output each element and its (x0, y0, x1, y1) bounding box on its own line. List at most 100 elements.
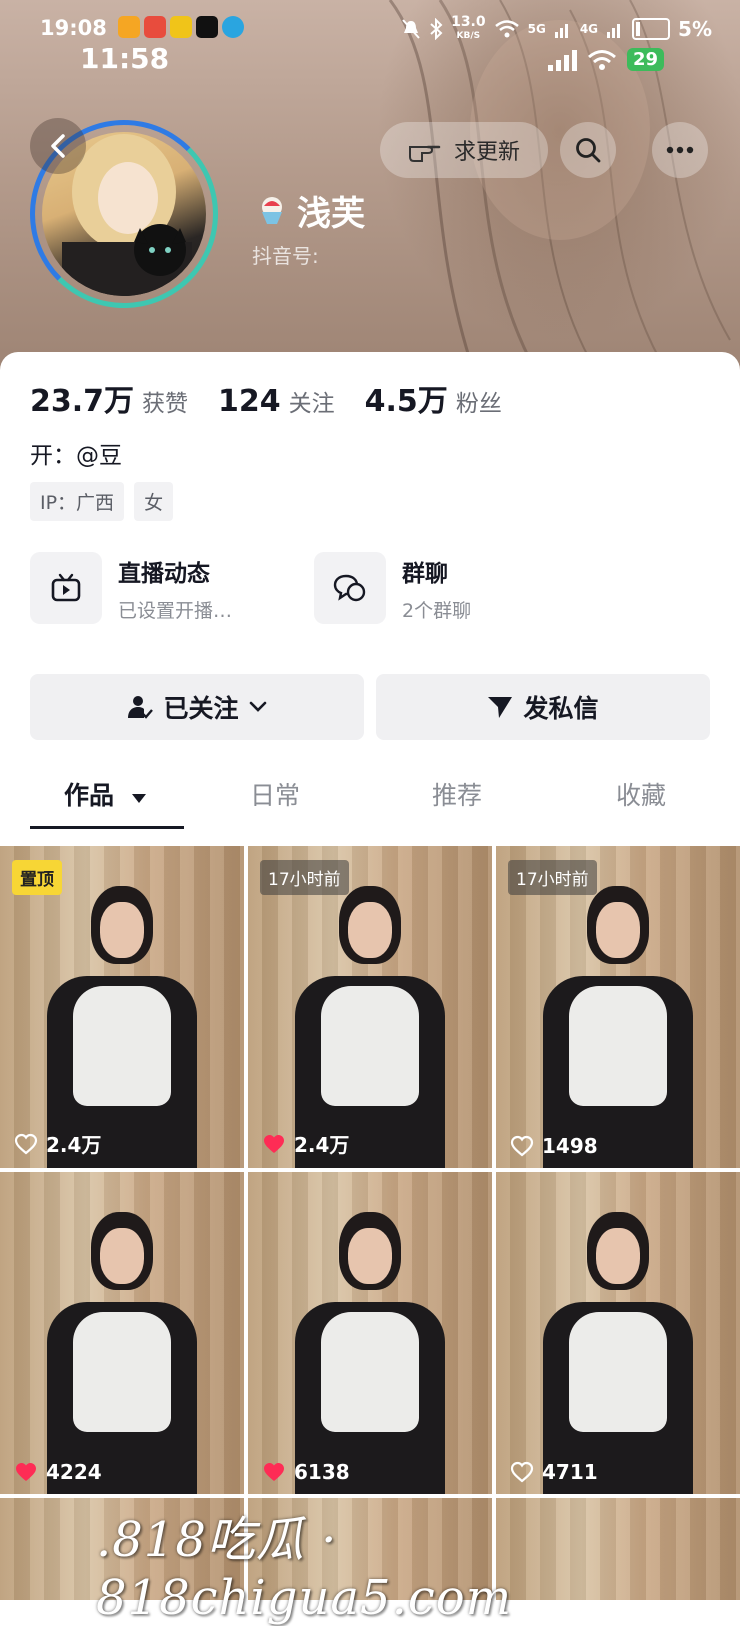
like-count: 6138 (262, 1460, 350, 1484)
back-button[interactable] (30, 118, 86, 174)
status-badge: 29 (626, 48, 664, 71)
network-speed: 13.0 (451, 14, 486, 30)
like-count-value: 6138 (294, 1460, 350, 1484)
tab-label: 收藏 (616, 781, 667, 810)
live-updates-entry[interactable]: 直播动态 已设置开播… (30, 552, 232, 624)
time-badge: 17小时前 (508, 860, 597, 895)
time-badge: 17小时前 (260, 860, 349, 895)
stat-followers[interactable]: 4.5万 粉丝 (365, 376, 502, 420)
chevron-left-icon (51, 134, 65, 158)
bluetooth-icon (430, 18, 443, 40)
like-count-value: 4711 (542, 1460, 598, 1484)
thumbnail-figure-face (348, 1228, 392, 1284)
tab-daily[interactable]: 日常 (250, 776, 300, 812)
profile-stats: 23.7万 获赞 124 关注 4.5万 粉丝 (30, 376, 502, 420)
chevron-down-icon (249, 701, 266, 712)
video-thumbnail[interactable]: 4711 (496, 1172, 740, 1494)
stat-label: 粉丝 (455, 391, 502, 417)
heart-filled-icon (264, 1463, 284, 1481)
stat-value: 4.5万 (364, 384, 448, 419)
thumbnail-figure-face (596, 1228, 640, 1284)
heart-outline-icon (510, 1135, 534, 1157)
thumbnail-figure-top (73, 1312, 171, 1432)
ip-location-tag: IP：广西 (30, 482, 125, 521)
signal-5g-label: 5G (527, 22, 546, 36)
stat-likes[interactable]: 23.7万 获赞 (30, 376, 188, 420)
video-thumbnail[interactable]: 6138 (248, 1172, 492, 1494)
tab-label: 作品 (64, 781, 115, 810)
status-bar: 19:08 11:58 13.0 KB/S 5G 4G 5% 29 (0, 8, 740, 75)
tv-icon (30, 552, 102, 624)
search-button[interactable] (560, 122, 616, 178)
like-count: 2.4万 (14, 1129, 101, 1158)
tab-favorites[interactable]: 收藏 (616, 776, 666, 812)
battery-icon (632, 18, 671, 40)
feature-title: 群聊 (402, 560, 448, 587)
thumbnail-figure-top (321, 986, 419, 1106)
active-tab-indicator (30, 826, 184, 829)
content-tabs: 作品 日常 推荐 收藏 (0, 768, 740, 824)
group-chat-entry[interactable]: 群聊 2个群聊 (314, 552, 471, 624)
mute-icon (402, 19, 420, 39)
network-speed-unit: KB/S (456, 31, 481, 41)
thumbnail-figure-face (100, 1228, 144, 1284)
followed-label: 已关注 (163, 694, 239, 723)
tab-label: 推荐 (432, 781, 483, 810)
signal-bars-icon (607, 24, 621, 38)
thumbnail-figure-top (321, 1312, 419, 1432)
feature-subtitle: 已设置开播… (118, 599, 233, 622)
search-icon (576, 138, 601, 163)
heart-outline-icon (510, 1461, 534, 1483)
more-dots-icon (666, 146, 694, 154)
app-notification-icon (170, 16, 192, 38)
stat-value: 23.7万 (30, 384, 135, 419)
caret-down-icon (131, 794, 146, 803)
weibo-icon (118, 16, 140, 38)
signal-bars-icon (547, 49, 577, 71)
heart-filled-icon (16, 1463, 36, 1481)
video-thumbnail[interactable]: 置顶 2.4万 (0, 846, 244, 1168)
like-count: 4224 (14, 1460, 102, 1484)
site-watermark: .818吃瓜 · 818chigua5.com (96, 1512, 513, 1626)
feature-subtitle: 2个群聊 (402, 599, 472, 622)
status-time-secondary: 19:08 (40, 16, 107, 40)
send-message-label: 发私信 (523, 694, 599, 723)
status-app-icons (118, 16, 244, 38)
pointing-hand-icon (408, 145, 441, 162)
thumbnail-figure-face (100, 902, 144, 958)
status-time: 11:58 (80, 42, 170, 75)
profile-nickname: 浅芙 (255, 186, 365, 235)
thumbnail-figure-top (569, 986, 667, 1106)
video-thumbnail[interactable]: 17小时前 1498 (496, 846, 740, 1168)
thumbnail-figure-top (569, 1312, 667, 1432)
signal-bars-icon (554, 24, 568, 38)
profile-tags: IP：广西 女 (30, 482, 174, 521)
stat-label: 关注 (288, 391, 335, 417)
stat-label: 获赞 (142, 391, 189, 417)
request-update-button[interactable]: 求更新 (380, 122, 548, 178)
stat-following[interactable]: 124 关注 (218, 384, 335, 419)
like-count: 4711 (510, 1460, 598, 1484)
request-update-label: 求更新 (453, 140, 520, 165)
tab-recommended[interactable]: 推荐 (432, 776, 482, 812)
heart-filled-icon (264, 1134, 284, 1153)
followed-button[interactable]: 已关注 (30, 674, 364, 740)
app-notification-icon (144, 16, 166, 38)
wifi-icon (587, 49, 616, 70)
gender-tag: 女 (134, 482, 174, 521)
feature-title: 直播动态 (118, 560, 210, 587)
like-count-value: 4224 (46, 1460, 102, 1484)
wifi-icon (494, 20, 519, 38)
like-count: 1498 (510, 1134, 598, 1158)
send-message-button[interactable]: 发私信 (376, 674, 710, 740)
like-count-value: 2.4万 (46, 1133, 102, 1157)
thumbnail-figure-face (596, 902, 640, 958)
video-thumbnail[interactable]: 4224 (0, 1172, 244, 1494)
tab-works[interactable]: 作品 (64, 776, 147, 812)
more-button[interactable] (652, 122, 708, 178)
video-thumbnail[interactable]: 17小时前 2.4万 (248, 846, 492, 1168)
profile-bio: 开：@豆 (30, 443, 122, 469)
like-count-value: 1498 (542, 1134, 598, 1158)
thumbnail-figure-face (348, 902, 392, 958)
signal-4g-label: 4G (579, 22, 599, 36)
